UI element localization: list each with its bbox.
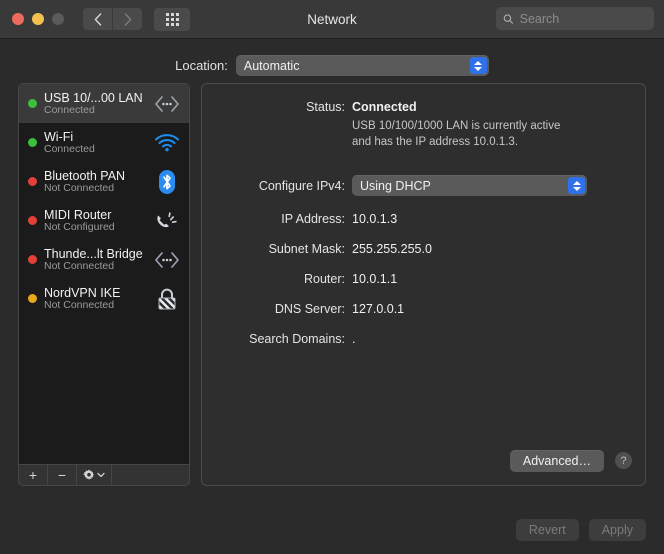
- subnet-mask-field: Subnet Mask: 255.255.255.0: [225, 242, 432, 256]
- service-row-usb-lan[interactable]: USB 10/...00 LAN Connected: [19, 84, 189, 123]
- advanced-button[interactable]: Advanced…: [509, 449, 604, 472]
- apply-button[interactable]: Apply: [588, 518, 646, 542]
- show-all-preferences-button[interactable]: [154, 7, 190, 31]
- detail-footer: Advanced… ?: [509, 449, 632, 472]
- titlebar: Network: [0, 0, 664, 39]
- service-status: Connected: [44, 103, 95, 116]
- window-footer: Revert Apply: [0, 506, 664, 554]
- main-body: USB 10/...00 LAN Connected Wi-Fi Connect…: [0, 83, 664, 486]
- search-domains-field: Search Domains: .: [225, 332, 355, 346]
- service-name: Thunde...lt Bridge: [44, 246, 143, 261]
- status-value: Connected: [352, 100, 417, 114]
- service-text: USB 10/...00 LAN Connected: [44, 91, 145, 117]
- search-domains-value: .: [352, 332, 356, 346]
- service-text: NordVPN IKE Not Connected: [44, 286, 145, 312]
- location-label: Location:: [175, 58, 228, 73]
- minimize-button[interactable]: [32, 13, 44, 25]
- dns-server-field: DNS Server: 127.0.0.1: [225, 302, 404, 316]
- configure-ipv4-field: Configure IPv4: Using DHCP: [225, 175, 587, 196]
- service-text: Wi-Fi Connected: [44, 130, 145, 156]
- service-detail-pane: Status: Connected USB 10/100/1000 LAN is…: [201, 83, 646, 486]
- chevron-right-icon: [124, 12, 131, 26]
- remove-service-button[interactable]: −: [48, 465, 77, 485]
- status-dot: [28, 294, 37, 303]
- service-actions-button[interactable]: [77, 465, 112, 485]
- service-name: MIDI Router: [44, 207, 112, 222]
- configure-ipv4-value: Using DHCP: [360, 178, 431, 193]
- status-field: Status: Connected: [225, 100, 417, 114]
- service-text: Thunde...lt Bridge Not Connected: [44, 247, 145, 273]
- service-name: USB 10/...00 LAN: [44, 90, 143, 105]
- service-name: Bluetooth PAN: [44, 168, 126, 183]
- service-row-nordvpn-ike[interactable]: NordVPN IKE Not Connected: [19, 279, 189, 318]
- help-button[interactable]: ?: [615, 452, 632, 470]
- service-list-toolbar: + −: [18, 464, 190, 486]
- back-button[interactable]: [83, 8, 112, 30]
- sidebar: USB 10/...00 LAN Connected Wi-Fi Connect…: [18, 83, 190, 486]
- location-dropdown[interactable]: Automatic: [235, 55, 489, 76]
- service-status: Not Connected: [44, 298, 115, 311]
- navigation-button-group: [83, 8, 142, 30]
- service-status: Connected: [44, 142, 95, 155]
- service-name: Wi-Fi: [44, 129, 74, 144]
- network-preferences-window: Network Location: Automatic USB 10/...00: [0, 0, 664, 554]
- subnet-mask-label: Subnet Mask:: [268, 242, 345, 256]
- status-dot: [28, 177, 37, 186]
- service-name: NordVPN IKE: [44, 285, 121, 300]
- router-field: Router: 10.0.1.1: [225, 272, 397, 286]
- traffic-light-group: [12, 13, 64, 25]
- subnet-mask-value: 255.255.255.0: [352, 242, 432, 256]
- search-domains-label: Search Domains:: [249, 332, 345, 346]
- router-value: 10.0.1.1: [352, 272, 398, 286]
- search-input[interactable]: [519, 11, 647, 26]
- configure-ipv4-dropdown[interactable]: Using DHCP: [352, 175, 587, 196]
- location-row: Location: Automatic: [0, 48, 664, 83]
- chevron-updown-icon: [568, 177, 585, 194]
- network-service-list[interactable]: USB 10/...00 LAN Connected Wi-Fi Connect…: [18, 83, 190, 464]
- service-status: Not Configured: [44, 220, 115, 233]
- zoom-button[interactable]: [52, 13, 64, 25]
- dns-server-label: DNS Server:: [274, 302, 345, 316]
- configure-ipv4-label: Configure IPv4:: [258, 178, 345, 193]
- service-status: Not Connected: [44, 181, 115, 194]
- ip-address-value: 10.0.1.3: [352, 212, 398, 226]
- add-service-button[interactable]: +: [19, 465, 48, 485]
- service-row-midi-router[interactable]: MIDI Router Not Configured: [19, 201, 189, 240]
- ip-address-field: IP Address: 10.0.1.3: [225, 212, 397, 226]
- status-description: USB 10/100/1000 LAN is currently active …: [352, 120, 561, 148]
- status-dot: [28, 138, 37, 147]
- search-field[interactable]: [496, 7, 654, 30]
- bluetooth-icon: [152, 168, 182, 196]
- service-row-wifi[interactable]: Wi-Fi Connected: [19, 123, 189, 162]
- router-label: Router:: [304, 272, 345, 286]
- ethernet-icon: [152, 246, 182, 274]
- service-text: Bluetooth PAN Not Connected: [44, 169, 145, 195]
- chevron-updown-icon: [469, 57, 487, 74]
- revert-button[interactable]: Revert: [515, 518, 579, 542]
- chevron-left-icon: [94, 12, 101, 26]
- location-value: Automatic: [243, 58, 300, 73]
- status-dot: [28, 99, 37, 108]
- forward-button[interactable]: [113, 8, 142, 30]
- service-status: Not Connected: [44, 259, 115, 272]
- service-text: MIDI Router Not Configured: [44, 208, 145, 234]
- ethernet-icon: [152, 90, 182, 118]
- status-label: Status:: [306, 100, 345, 114]
- ip-address-label: IP Address:: [281, 212, 345, 226]
- chevron-down-icon: [97, 472, 105, 478]
- close-button[interactable]: [12, 13, 24, 25]
- status-dot: [28, 255, 37, 264]
- dns-server-value: 127.0.0.1: [352, 302, 405, 316]
- search-icon: [503, 13, 514, 24]
- service-row-thunderbolt-bridge[interactable]: Thunde...lt Bridge Not Connected: [19, 240, 189, 279]
- phone-ringing-icon: [152, 207, 182, 235]
- wifi-icon: [152, 129, 182, 157]
- status-dot: [28, 216, 37, 225]
- service-row-bluetooth-pan[interactable]: Bluetooth PAN Not Connected: [19, 162, 189, 201]
- lock-icon: [152, 285, 182, 313]
- gear-icon: [83, 469, 95, 480]
- grid-icon: [165, 12, 179, 26]
